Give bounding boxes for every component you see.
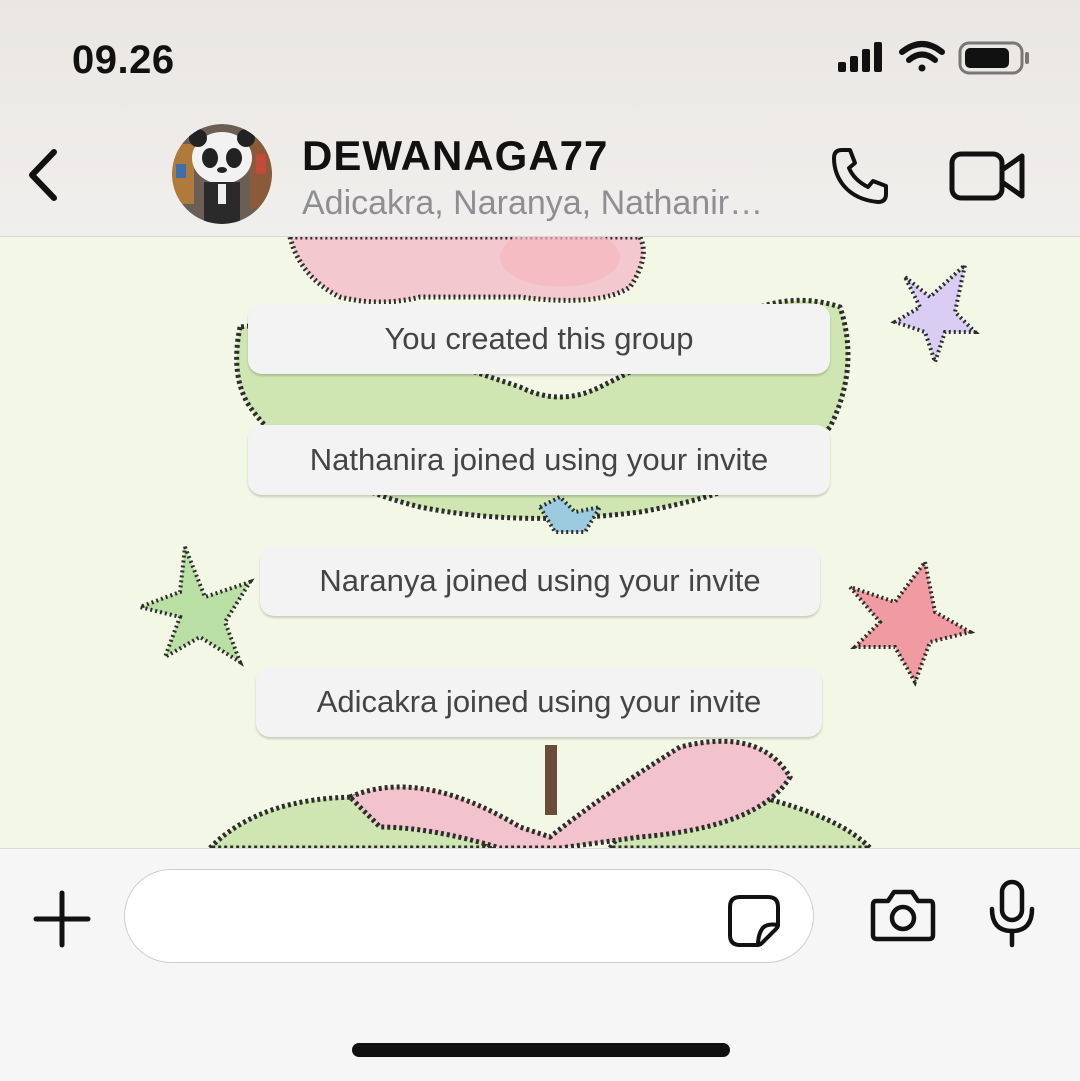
microphone-icon [989, 879, 1035, 948]
sticker-icon [728, 895, 780, 947]
system-message: Adicakra joined using your invite [256, 667, 822, 737]
chat-area[interactable]: You created this group Nathanira joined … [0, 237, 1080, 848]
back-button[interactable] [22, 140, 70, 210]
phone-icon [832, 148, 888, 204]
system-message: Naranya joined using your invite [260, 546, 820, 616]
video-call-button[interactable] [948, 148, 1026, 204]
video-camera-icon [949, 151, 1025, 201]
top-bar: 09.26 DEWANAGA77 Adicakra, Naranya, Nath… [0, 0, 1080, 237]
system-message: You created this group [248, 304, 830, 374]
voice-call-button[interactable] [828, 144, 892, 208]
battery-icon [958, 41, 1029, 75]
sticker-button[interactable] [726, 893, 782, 949]
signal-icon [838, 42, 882, 72]
message-input[interactable] [124, 869, 814, 963]
attach-button[interactable] [32, 889, 92, 949]
status-time: 09.26 [72, 38, 175, 82]
plus-icon [33, 890, 91, 948]
system-message: Nathanira joined using your invite [248, 425, 830, 495]
chevron-left-icon [29, 149, 57, 201]
wifi-icon [899, 41, 945, 72]
group-members[interactable]: Adicakra, Naranya, Nathanir… [302, 184, 763, 223]
message-composer [0, 848, 1080, 1081]
group-name[interactable]: DEWANAGA77 [302, 132, 608, 180]
status-icons [838, 41, 1029, 75]
voice-message-button[interactable] [986, 879, 1038, 949]
camera-icon [870, 889, 936, 942]
group-avatar[interactable] [172, 124, 272, 224]
home-indicator [352, 1043, 730, 1057]
camera-button[interactable] [870, 887, 936, 943]
